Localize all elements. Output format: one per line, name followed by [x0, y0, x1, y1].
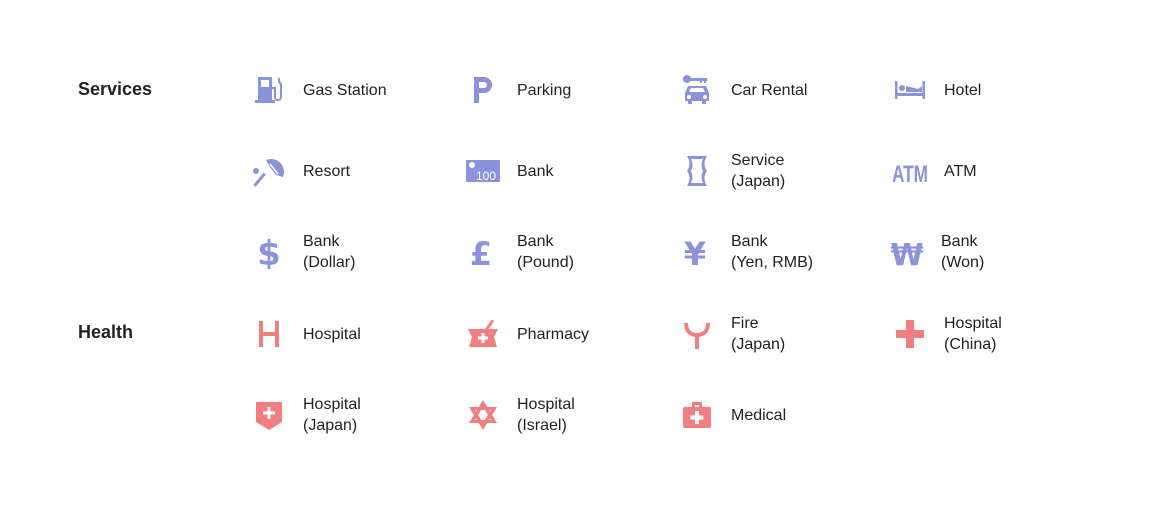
hospital-china-icon — [891, 315, 929, 353]
dollar-icon: $ — [250, 233, 288, 271]
hospital-japan-icon — [250, 396, 288, 434]
atm-icon: ATM — [891, 152, 929, 190]
item-label: Hotel — [944, 81, 982, 99]
item-label: Bank (Yen, RMB) — [731, 233, 814, 271]
item-label: Hospital — [303, 325, 361, 343]
svg-text:£: £ — [470, 235, 492, 269]
item-label: Fire (Japan) — [731, 315, 786, 353]
legend-item-bank-pound: £ Bank (Pound) — [469, 227, 574, 277]
item-label: Hospital (Israel) — [517, 396, 575, 434]
legend-item-gas-station: Gas Station — [255, 65, 387, 115]
item-label: Bank (Pound) — [517, 233, 574, 271]
item-label: Medical — [731, 406, 787, 424]
legend-item-resort: Resort — [253, 146, 351, 196]
svg-text:¥: ¥ — [684, 235, 706, 269]
yen-icon: ¥ — [678, 233, 716, 271]
item-label: Bank (Dollar) — [303, 233, 356, 271]
hospital-israel-icon — [464, 396, 502, 434]
medical-icon — [678, 396, 716, 434]
legend-item-hospital: Hospital — [255, 309, 361, 359]
legend-item-hospital-japan: Hospital (Japan) — [255, 390, 361, 440]
item-label: Parking — [517, 81, 572, 99]
legend-item-atm: ATM ATM — [893, 146, 977, 196]
svg-text:100: 100 — [476, 169, 496, 183]
legend-item-service-japan: Service (Japan) — [683, 146, 785, 196]
legend-item-bank: 100 Bank — [466, 146, 554, 196]
fire-japan-icon — [678, 315, 716, 353]
legend-item-medical: Medical — [683, 390, 786, 440]
service-japan-icon — [678, 152, 716, 190]
legend-item-pharmacy: Pharmacy — [468, 309, 590, 359]
won-icon: ₩ — [888, 233, 926, 271]
item-label: Bank — [517, 162, 554, 180]
legend-item-bank-yen: ¥ Bank (Yen, RMB) — [683, 227, 813, 277]
legend-item-hospital-israel: Hospital (Israel) — [469, 390, 575, 440]
item-label: ATM — [944, 162, 977, 180]
item-label: Hospital (Japan) — [303, 396, 361, 434]
pharmacy-icon — [464, 315, 502, 353]
legend-item-fire-japan: Fire (Japan) — [683, 309, 785, 359]
legend-item-bank-won: ₩ Bank (Won) — [890, 227, 985, 277]
hotel-icon — [891, 71, 929, 109]
svg-text:$: $ — [257, 235, 281, 269]
item-label: Car Rental — [731, 81, 808, 99]
legend-item-bank-dollar: $ Bank (Dollar) — [255, 227, 355, 277]
item-label: Pharmacy — [517, 325, 590, 343]
gas-station-icon — [250, 71, 288, 109]
svg-text:₩: ₩ — [890, 238, 923, 269]
item-label: Hospital (China) — [944, 315, 1002, 353]
hospital-icon — [250, 315, 288, 353]
legend-item-hospital-china: Hospital (China) — [896, 309, 1002, 359]
item-label: Gas Station — [303, 81, 387, 99]
item-label: Bank (Won) — [941, 233, 985, 271]
pound-icon: £ — [464, 233, 502, 271]
category-services-title: Services — [78, 79, 153, 99]
item-label: Service (Japan) — [731, 152, 786, 190]
legend-item-hotel: Hotel — [895, 65, 982, 115]
parking-icon — [464, 71, 502, 109]
resort-icon — [250, 152, 288, 190]
svg-text:ATM: ATM — [893, 161, 927, 188]
legend-item-car-rental: Car Rental — [683, 65, 807, 115]
car-rental-icon — [678, 71, 716, 109]
bank-icon: 100 — [464, 152, 502, 190]
item-label: Resort — [303, 162, 351, 180]
category-health-title: Health — [78, 322, 134, 342]
legend-item-parking: Parking — [469, 65, 571, 115]
